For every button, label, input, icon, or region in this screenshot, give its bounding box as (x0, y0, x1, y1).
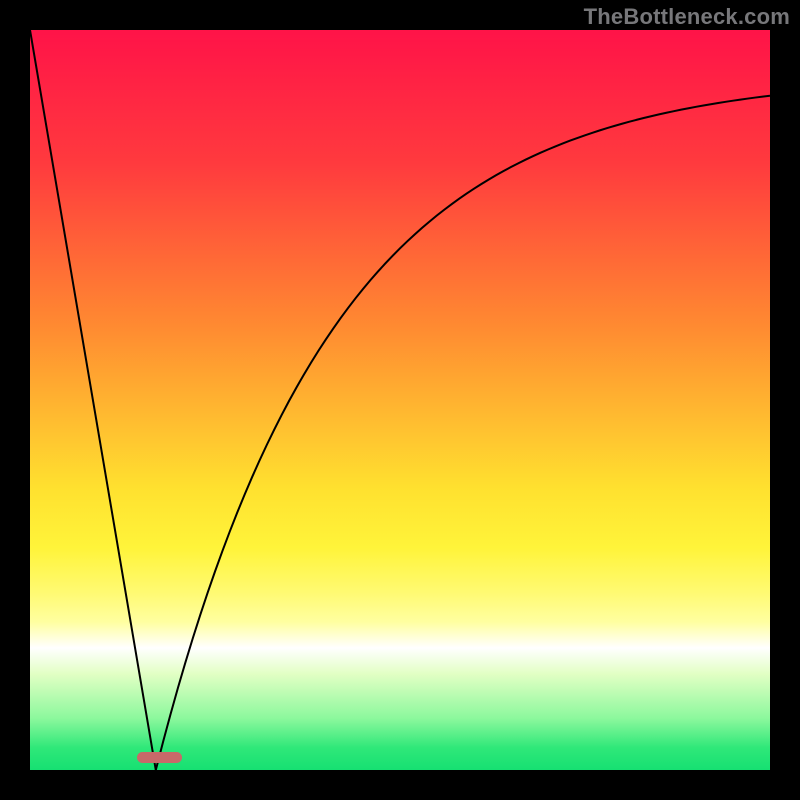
watermark-text: TheBottleneck.com (584, 4, 790, 30)
right-asymptotic-curve (156, 96, 770, 770)
left-descent-line (30, 30, 156, 770)
bottleneck-curve (30, 30, 770, 770)
bottleneck-marker (137, 752, 181, 763)
plot-area (30, 30, 770, 770)
chart-frame: TheBottleneck.com (0, 0, 800, 800)
